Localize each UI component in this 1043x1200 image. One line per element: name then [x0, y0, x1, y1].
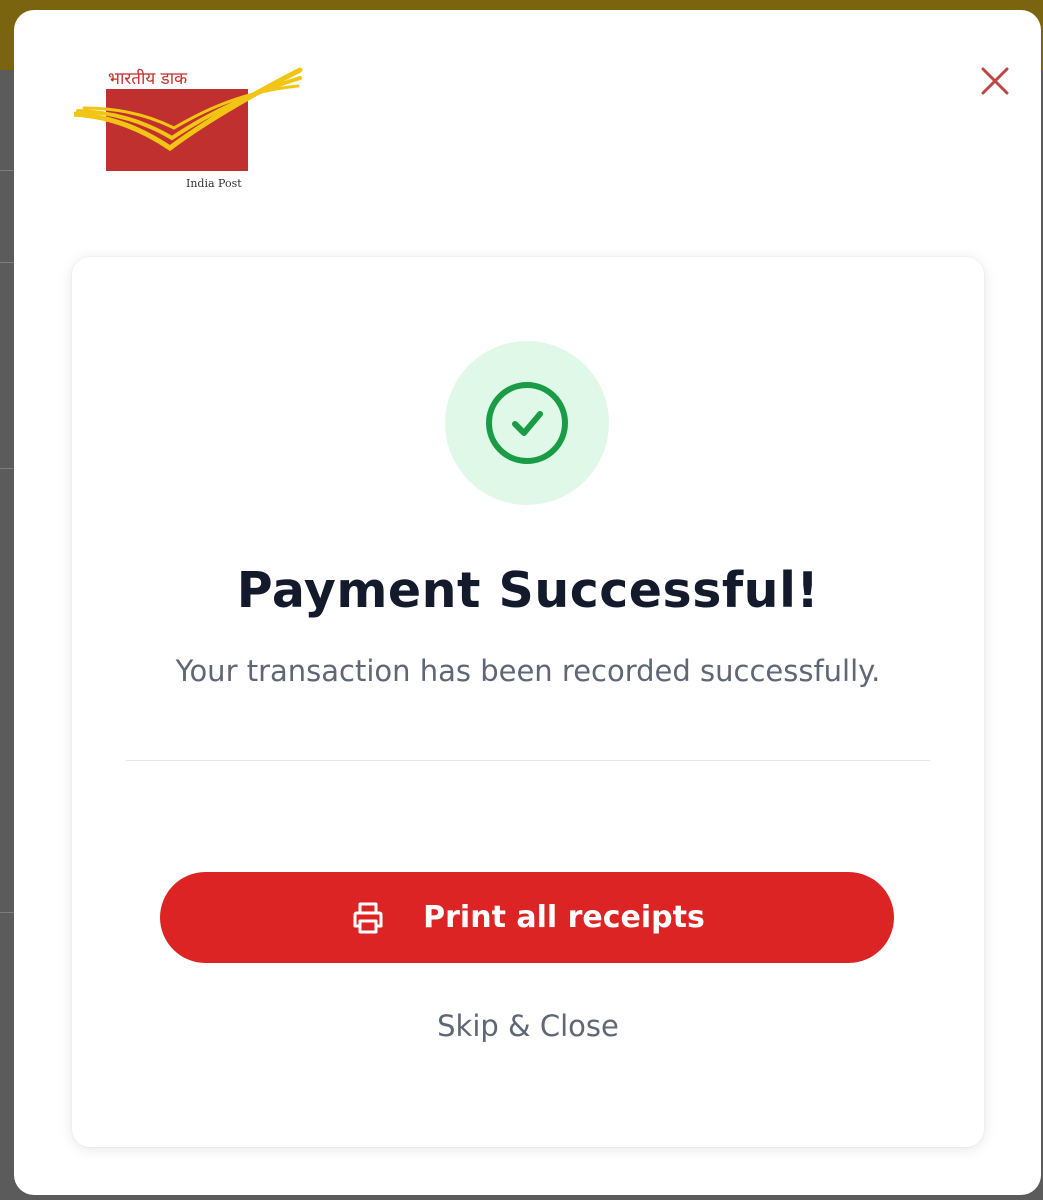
- print-all-receipts-button[interactable]: Print all receipts: [160, 872, 894, 963]
- print-button-label: Print all receipts: [423, 900, 705, 935]
- divider: [126, 760, 930, 761]
- backdrop-divider: [0, 262, 14, 263]
- payment-success-modal: भारतीय डाक India Post Payment Successful…: [14, 10, 1041, 1195]
- printer-icon: [349, 899, 387, 937]
- logo-hindi-text: भारतीय डाक: [108, 68, 188, 89]
- logo-english-text: India Post: [186, 177, 242, 190]
- close-button[interactable]: [969, 55, 1021, 107]
- backdrop-divider: [0, 912, 14, 913]
- backdrop-divider: [0, 170, 14, 171]
- backdrop-divider: [0, 468, 14, 469]
- success-title: Payment Successful!: [236, 562, 820, 619]
- check-circle-icon: [486, 382, 568, 464]
- close-icon: [981, 67, 1009, 95]
- success-subtitle: Your transaction has been recorded succe…: [175, 654, 881, 688]
- success-status-badge: [445, 341, 609, 505]
- skip-and-close-link[interactable]: Skip & Close: [72, 1009, 984, 1043]
- india-post-logo: भारतीय डाक India Post: [69, 62, 319, 202]
- success-card: Payment Successful! Your transaction has…: [72, 257, 984, 1147]
